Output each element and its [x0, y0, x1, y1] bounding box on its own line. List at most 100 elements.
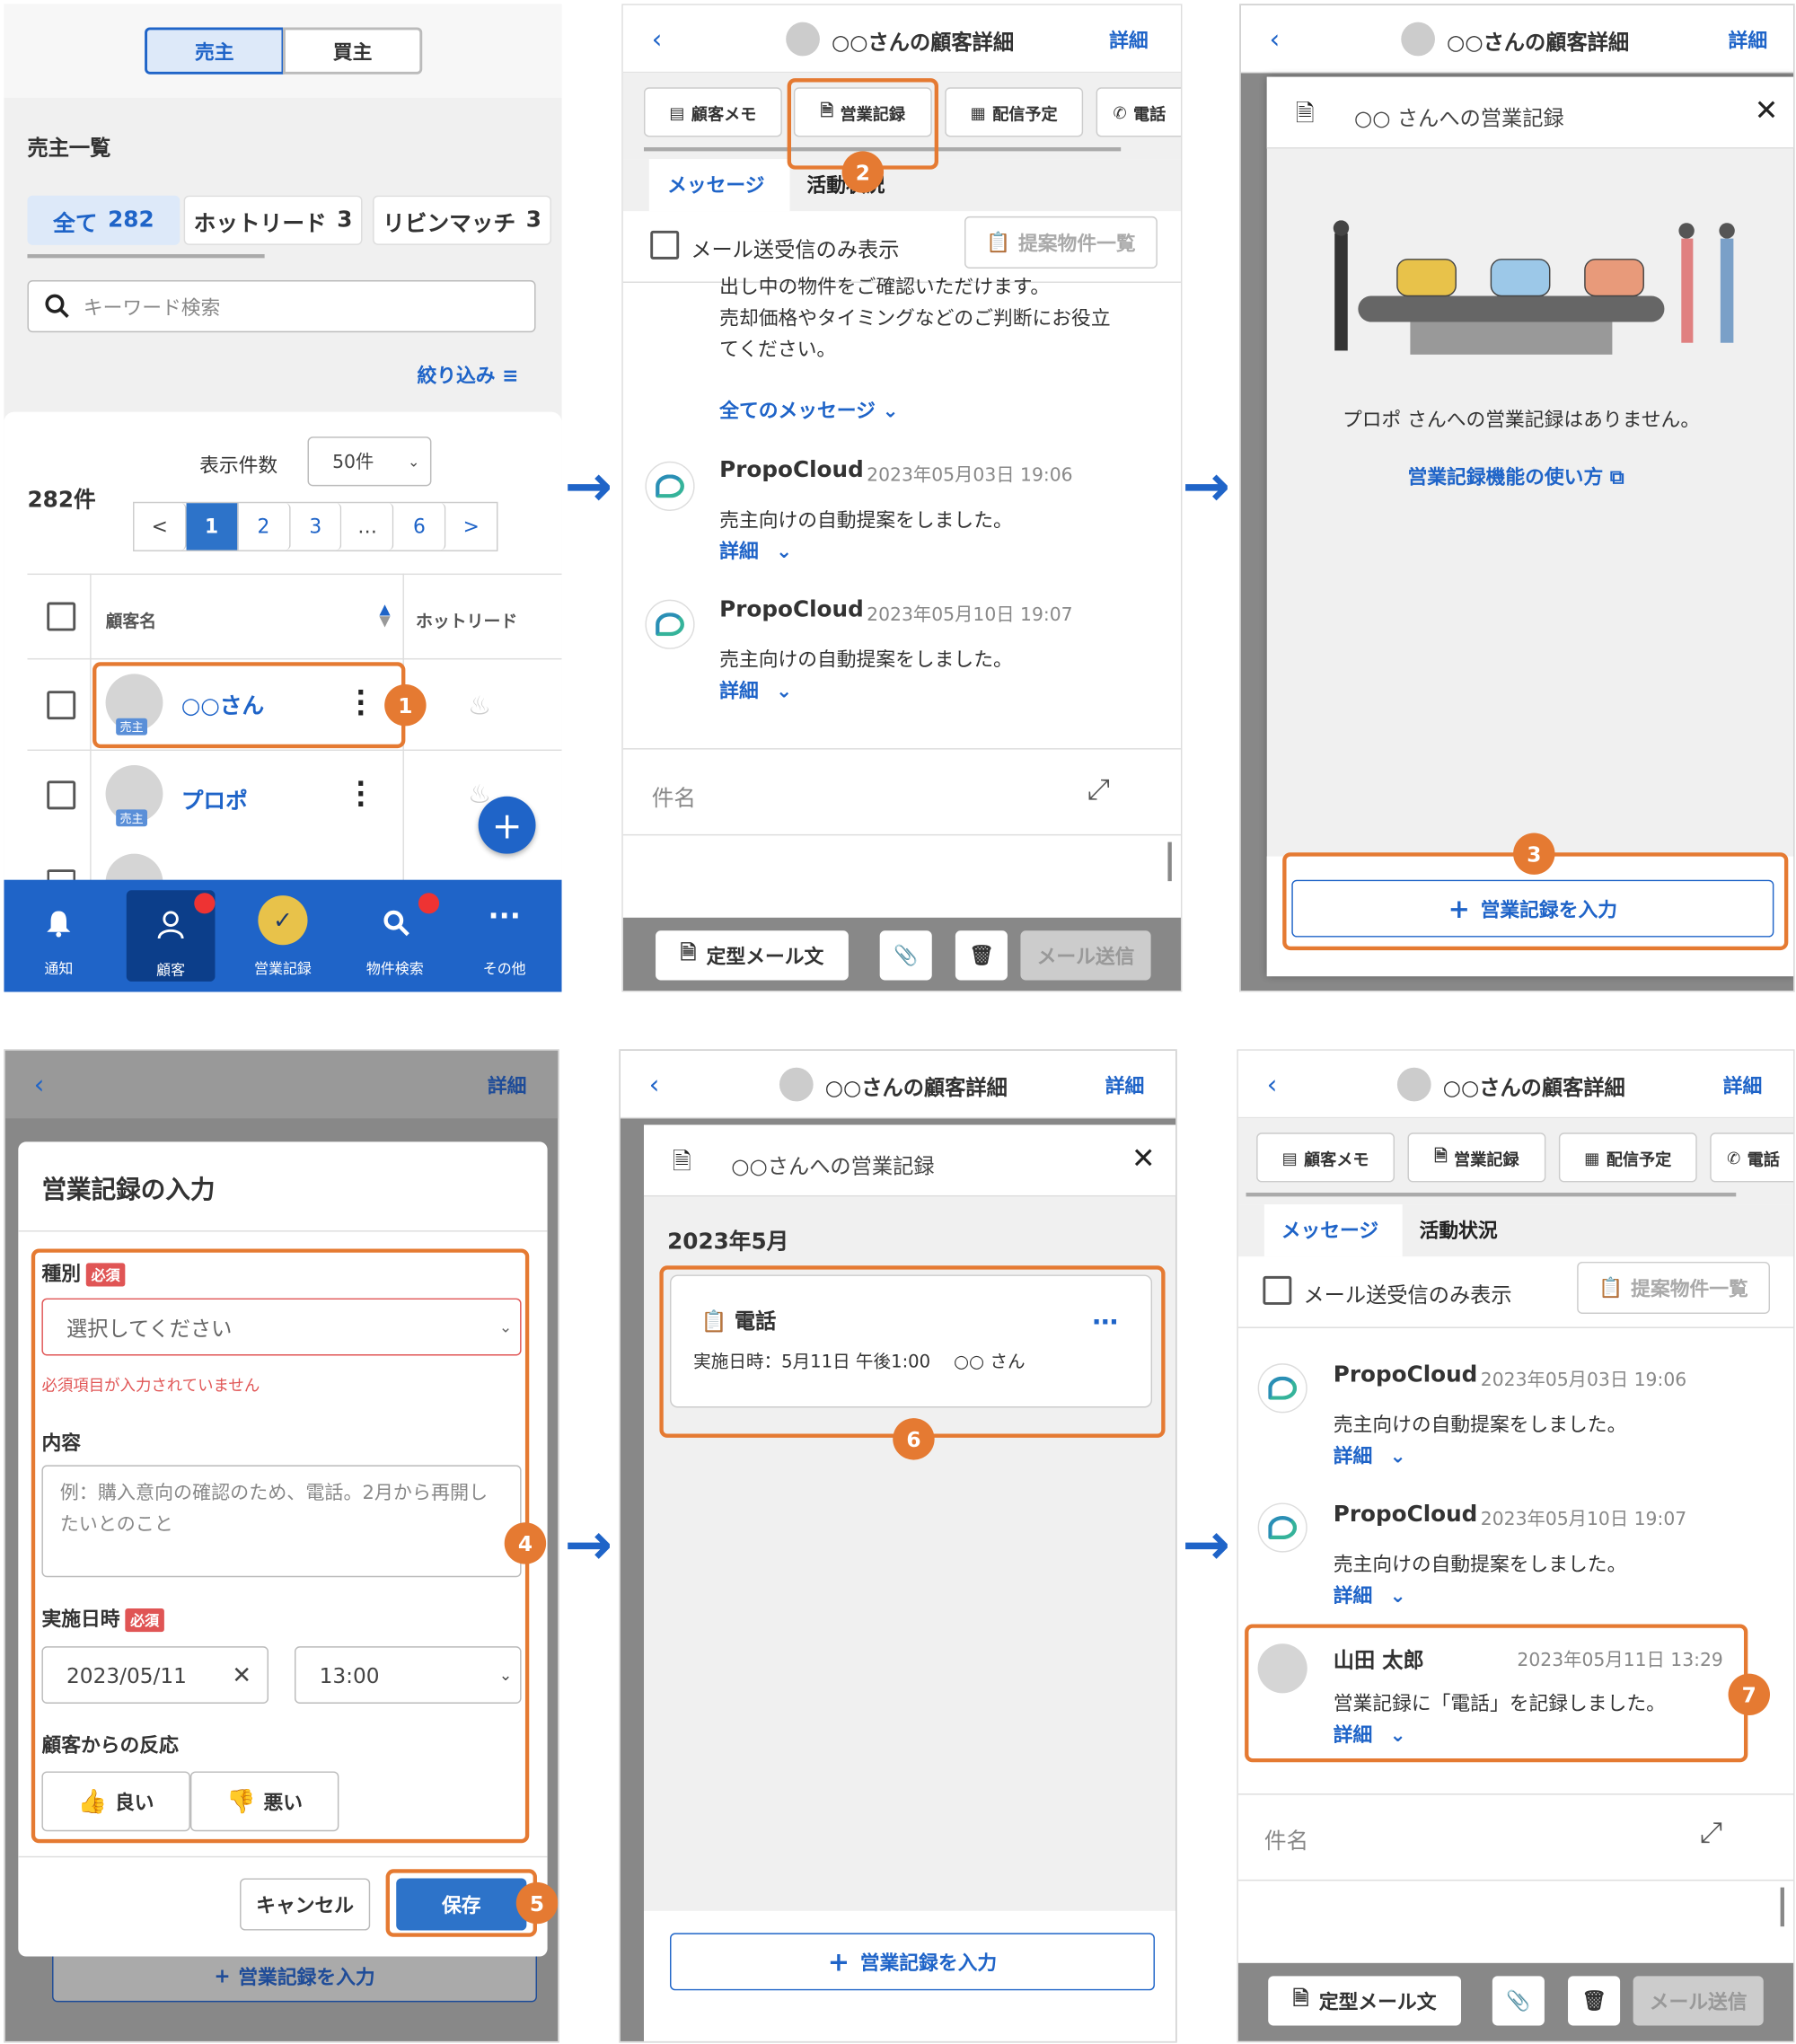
- delete-button[interactable]: 🗑: [955, 930, 1008, 981]
- detail-link[interactable]: 詳細: [1729, 26, 1768, 53]
- detail-link[interactable]: 詳細: [488, 1071, 527, 1098]
- proposal-list-label: 提案物件一覧: [1018, 231, 1136, 255]
- header: ‹ ○○さんの顧客詳細 詳細: [620, 1050, 1176, 1119]
- detail-link[interactable]: 詳細: [1105, 1071, 1145, 1098]
- template-button[interactable]: 🗎 定型メール文: [656, 930, 849, 981]
- subject-input[interactable]: 件名: [652, 780, 696, 812]
- per-page-value: 50件: [332, 452, 374, 473]
- tab-sales-record[interactable]: 🗎 営業記録: [1407, 1132, 1546, 1183]
- narrow-link[interactable]: 絞り込み ≡: [417, 361, 518, 388]
- close-icon[interactable]: ✕: [1131, 1143, 1156, 1176]
- back-icon[interactable]: ‹: [34, 1069, 45, 1100]
- page-prev[interactable]: <: [134, 503, 187, 551]
- chevron-down-icon: ⌄: [407, 453, 420, 471]
- message-detail-link[interactable]: 詳細 ⌄: [1334, 1441, 1406, 1468]
- nav-label: 顧客: [156, 962, 186, 980]
- delete-button[interactable]: 🗑: [1568, 1976, 1621, 2026]
- page-next[interactable]: >: [446, 503, 497, 550]
- proposal-list-button[interactable]: 📋 提案物件一覧: [1577, 1261, 1771, 1315]
- tab-label: 顧客メモ: [691, 103, 757, 124]
- back-icon[interactable]: ‹: [649, 1069, 660, 1100]
- send-mail-button[interactable]: メール送信: [1020, 930, 1151, 981]
- filter-hotlead[interactable]: ホットリード 3: [183, 195, 363, 245]
- back-icon[interactable]: ‹: [1267, 1069, 1278, 1100]
- buyer-toggle[interactable]: 買主: [282, 27, 423, 75]
- row-checkbox[interactable]: [47, 691, 76, 720]
- phone-icon: ✆: [1727, 1147, 1741, 1167]
- mail-only-checkbox[interactable]: [650, 230, 680, 260]
- close-icon[interactable]: ✕: [1755, 95, 1779, 128]
- add-sales-record-button[interactable]: + 営業記録を入力: [670, 1933, 1155, 1991]
- template-button[interactable]: 🗎 定型メール文: [1268, 1976, 1462, 2026]
- nav-more[interactable]: ··· その他: [460, 880, 549, 978]
- tab-customer-memo[interactable]: ▤ 顧客メモ: [643, 87, 782, 137]
- tab-phone[interactable]: ✆ 電話: [1710, 1132, 1794, 1183]
- template-label: 定型メール文: [706, 944, 824, 968]
- select-all-checkbox[interactable]: [47, 602, 76, 631]
- page-6[interactable]: 6: [394, 503, 446, 551]
- chevron-down-icon: ⌄: [882, 399, 899, 423]
- tab-schedule[interactable]: ▦ 配信予定: [945, 87, 1084, 137]
- panel-sales-record-empty: ‹ ○○さんの顧客詳細 詳細 🗎 ○○ さんへの営業記録 ✕ プロポ さんへの営…: [1239, 4, 1795, 992]
- doc-check-icon: 🗎: [1434, 1145, 1448, 1165]
- filter-hotlead-count: 3: [337, 207, 353, 233]
- notification-dot: [418, 893, 440, 914]
- chevron-down-icon: ⌄: [775, 539, 793, 564]
- detail-link[interactable]: 詳細: [1109, 26, 1149, 53]
- tab-phone[interactable]: ✆ 電話: [1096, 87, 1181, 137]
- seller-toggle[interactable]: 売主: [145, 27, 285, 75]
- clipboard-icon: 📋: [1598, 1275, 1624, 1300]
- person-icon: [157, 911, 184, 939]
- howto-link[interactable]: 営業記録機能の使い方 ⧉: [1408, 463, 1624, 489]
- add-label: 営業記録を入力: [859, 1951, 998, 1975]
- send-mail-button[interactable]: メール送信: [1633, 1976, 1764, 2026]
- clipboard-check-icon: ✓: [258, 895, 308, 946]
- panel-customer-detail-updated: ‹ ○○さんの顧客詳細 詳細 ▤ 顧客メモ 🗎 営業記録 ▦ 配信予定 ✆ 電話 メッセ…: [1237, 1049, 1795, 2043]
- nav-notifications[interactable]: 通知: [14, 880, 103, 978]
- scrollbar[interactable]: [1167, 841, 1172, 882]
- page-3[interactable]: 3: [290, 503, 342, 551]
- message-sender: PropoCloud: [719, 457, 864, 484]
- nav-sales-records[interactable]: ✓ 営業記録: [239, 880, 328, 978]
- message-detail-link[interactable]: 詳細 ⌄: [1334, 1581, 1406, 1608]
- search-input[interactable]: キーワード検索: [27, 280, 536, 333]
- calendar-icon: ▦: [970, 101, 986, 122]
- page-1[interactable]: 1: [186, 503, 239, 551]
- panel-customer-list: 売主 買主 売主一覧 全て 282 ホットリード 3 リビンマッチ 3 キーワード検索…: [4, 4, 562, 992]
- subtab-activity[interactable]: 活動状況: [1420, 1216, 1498, 1243]
- add-fab[interactable]: +: [478, 796, 536, 854]
- attach-button[interactable]: 📎: [1492, 1976, 1545, 2026]
- expand-icon[interactable]: ⤢: [1087, 774, 1110, 806]
- back-icon[interactable]: ‹: [1270, 23, 1281, 55]
- filter-all[interactable]: 全て 282: [27, 195, 180, 245]
- propocloud-icon: [645, 461, 695, 511]
- step-badge: 7: [1728, 1673, 1771, 1716]
- cancel-button[interactable]: キャンセル: [240, 1878, 371, 1931]
- message-detail-link[interactable]: 詳細 ⌄: [719, 537, 792, 564]
- customer-name-link[interactable]: プロポ: [181, 782, 248, 815]
- expand-icon[interactable]: ⤢: [1700, 1817, 1723, 1849]
- filter-hotlead-label: ホットリード: [193, 210, 327, 237]
- subtab-messages[interactable]: メッセージ: [1281, 1216, 1378, 1243]
- tab-schedule[interactable]: ▦ 配信予定: [1558, 1132, 1697, 1183]
- row-checkbox[interactable]: [47, 780, 76, 810]
- filter-livinmatch[interactable]: リビンマッチ 3: [373, 195, 551, 245]
- back-icon[interactable]: ‹: [652, 23, 663, 55]
- nav-label: 営業記録: [254, 960, 312, 978]
- page-2[interactable]: 2: [238, 503, 291, 551]
- more-horiz-icon: ···: [488, 900, 521, 934]
- more-vert-icon[interactable]: · · ·: [356, 771, 365, 817]
- subject-input[interactable]: 件名: [1264, 1822, 1308, 1855]
- subtab-messages[interactable]: メッセージ: [667, 171, 764, 198]
- proposal-list-button[interactable]: 📋 提案物件一覧: [964, 216, 1158, 269]
- scrollbar[interactable]: [1780, 1887, 1784, 1927]
- sort-icon[interactable]: ▲ ▼: [379, 603, 390, 629]
- tab-customer-memo[interactable]: ▤ 顧客メモ: [1256, 1132, 1395, 1183]
- attach-button[interactable]: 📎: [879, 930, 932, 981]
- detail-link[interactable]: 詳細: [1723, 1071, 1763, 1098]
- per-page-select[interactable]: 50件 ⌄: [307, 436, 432, 487]
- mail-only-checkbox[interactable]: [1263, 1275, 1292, 1305]
- arrow-right-icon: →: [564, 1511, 612, 1579]
- all-messages-link[interactable]: 全てのメッセージ ⌄: [719, 396, 899, 423]
- message-detail-link[interactable]: 詳細 ⌄: [719, 676, 792, 703]
